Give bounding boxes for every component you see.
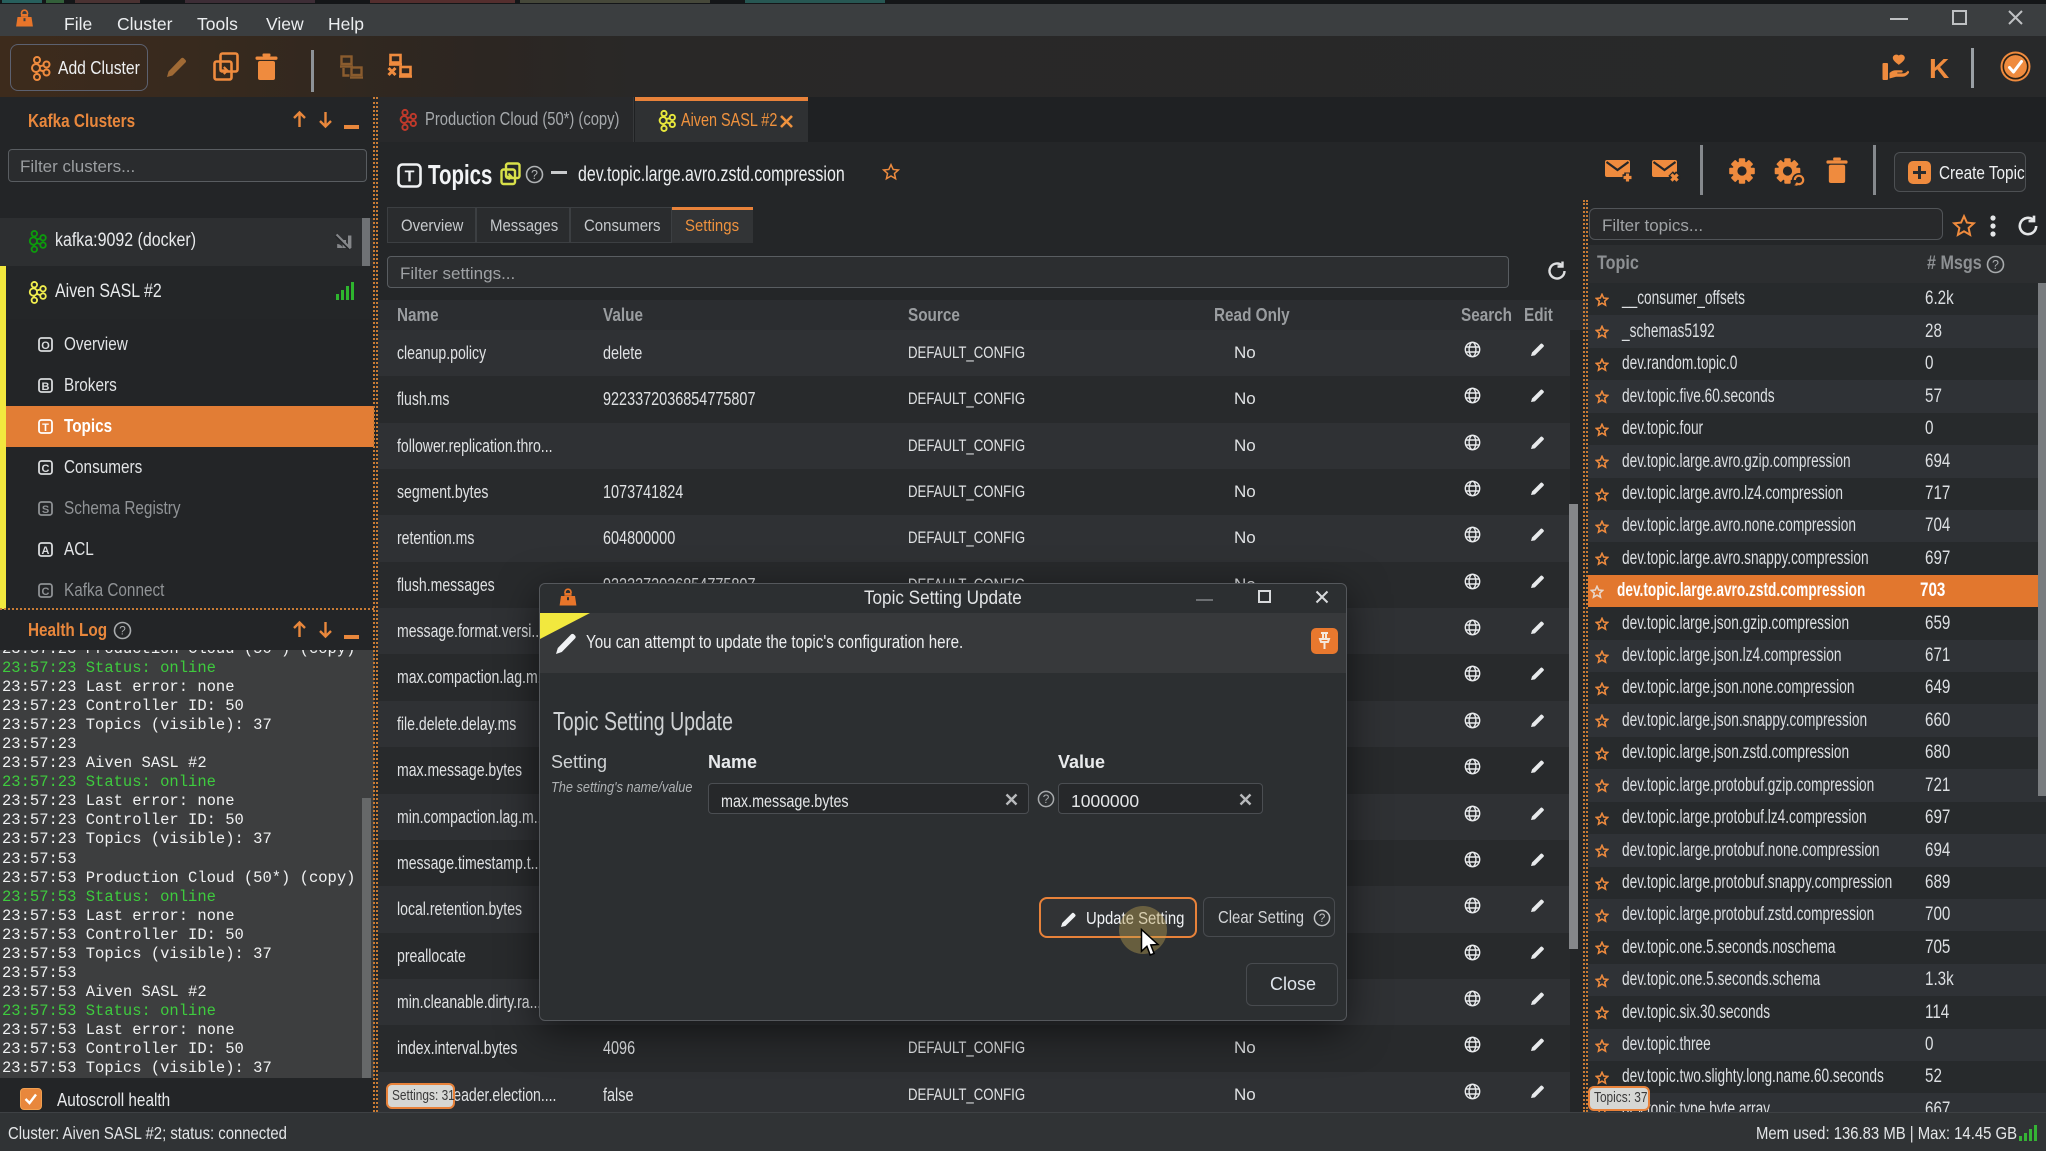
svg-text:A: A bbox=[42, 545, 50, 557]
svg-text:O: O bbox=[41, 340, 50, 352]
svg-text:B: B bbox=[42, 381, 50, 393]
svg-text:T: T bbox=[42, 422, 49, 434]
svg-text:C: C bbox=[42, 463, 50, 475]
svg-text:?: ? bbox=[119, 624, 126, 638]
svg-text:?: ? bbox=[531, 168, 538, 182]
svg-text:T: T bbox=[405, 169, 415, 186]
svg-text:?: ? bbox=[1043, 792, 1050, 806]
svg-text:?: ? bbox=[1319, 911, 1326, 925]
svg-text:C: C bbox=[42, 586, 50, 598]
svg-text:?: ? bbox=[1992, 258, 1999, 272]
svg-text:S: S bbox=[42, 504, 49, 516]
